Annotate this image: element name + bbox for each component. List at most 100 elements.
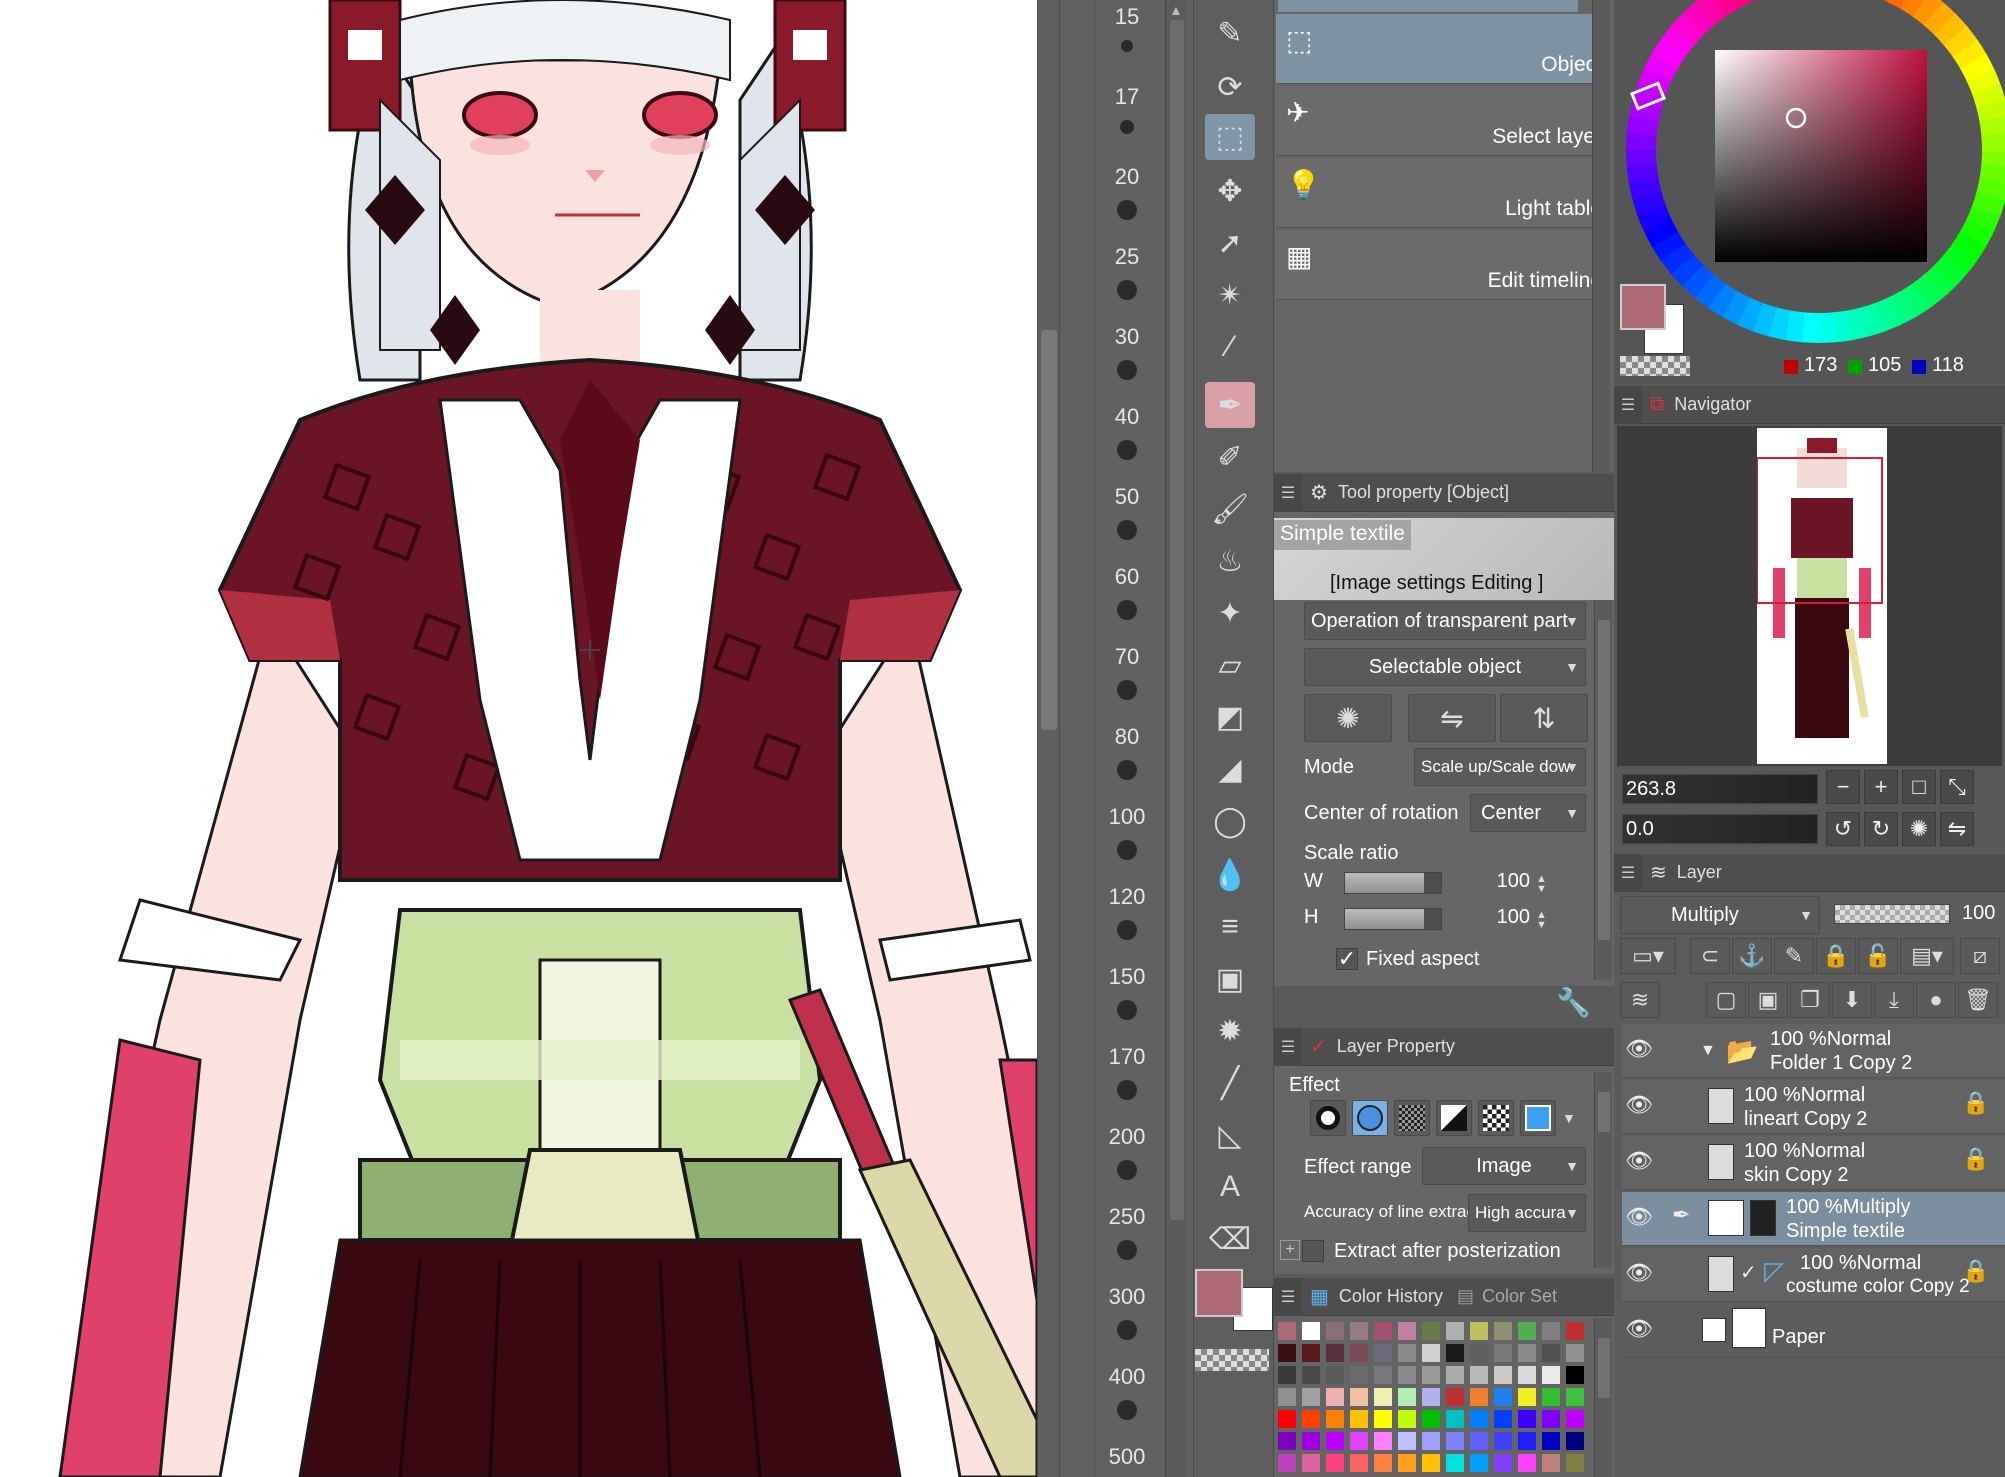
lock-transparent-icon[interactable]: 🔓	[1858, 938, 1898, 974]
effect-range-dropdown[interactable]: Image ▼	[1422, 1147, 1586, 1185]
balloon-icon[interactable]: ✹	[1205, 1008, 1255, 1054]
pencil-tool-icon[interactable]: ✐	[1205, 434, 1255, 480]
layer-row[interactable]: 👁 100 %Normal lineart Copy 2 🔒	[1622, 1080, 2005, 1134]
hatching-icon[interactable]: ≡	[1205, 904, 1255, 950]
rotate-right-icon[interactable]: ↻	[1864, 812, 1898, 846]
tab-color-set[interactable]: Color Set	[1482, 1286, 1557, 1307]
color-swatch[interactable]	[1518, 1322, 1536, 1340]
color-swatch[interactable]	[1422, 1410, 1440, 1428]
tool-property-scrollbar[interactable]	[1594, 600, 1612, 980]
color-swatch[interactable]	[1326, 1432, 1344, 1450]
tab-color-history[interactable]: Color History	[1339, 1286, 1443, 1307]
eye-icon[interactable]: 👁	[1622, 1316, 1656, 1346]
color-swatch[interactable]	[1422, 1432, 1440, 1450]
color-swatch[interactable]	[1278, 1410, 1296, 1428]
new-vector-layer-icon[interactable]: ▣	[1748, 982, 1788, 1018]
ruler-toggle-icon[interactable]: ⧄	[1960, 938, 2000, 974]
color-swatch[interactable]	[1374, 1410, 1392, 1428]
color-swatch[interactable]	[1350, 1366, 1368, 1384]
color-swatch[interactable]	[1278, 1454, 1296, 1472]
lasso-fill-icon[interactable]: ◯	[1205, 798, 1255, 844]
effect-layer-color-button[interactable]	[1520, 1100, 1556, 1136]
selectable-object-dropdown[interactable]: Selectable object ▼	[1304, 648, 1586, 686]
color-swatch[interactable]	[1518, 1366, 1536, 1384]
wheel-main-color[interactable]	[1620, 284, 1666, 330]
color-swatch[interactable]	[1350, 1454, 1368, 1472]
frame-border-icon[interactable]: ▣	[1205, 956, 1255, 1002]
color-swatch[interactable]	[1566, 1388, 1584, 1406]
panel-menu-icon[interactable]: ☰	[1614, 385, 1642, 424]
subtool-edit-timeline[interactable]: ▦ Edit timeline	[1276, 230, 1610, 300]
color-swatch[interactable]	[1566, 1454, 1584, 1472]
spin-arrows-icon[interactable]: ▲ ▼	[1536, 910, 1547, 931]
brush-tool-icon[interactable]: 🖌	[1205, 486, 1255, 532]
effect-border-button[interactable]	[1310, 1100, 1346, 1136]
spin-arrows-icon[interactable]: ▲ ▼	[1536, 874, 1547, 895]
color-swatch[interactable]	[1302, 1366, 1320, 1384]
color-swatch[interactable]	[1398, 1432, 1416, 1450]
color-swatch[interactable]	[1494, 1344, 1512, 1362]
effect-tone-button[interactable]	[1394, 1100, 1430, 1136]
color-swatch[interactable]	[1374, 1366, 1392, 1384]
subtool-object[interactable]: ⬚ Object	[1276, 14, 1610, 84]
flip-horizontal-button[interactable]: ⇋	[1408, 694, 1496, 742]
color-swatch[interactable]	[1422, 1388, 1440, 1406]
color-swatch[interactable]	[1542, 1366, 1560, 1384]
create-mask-icon[interactable]: ●	[1916, 982, 1956, 1018]
color-swatch[interactable]	[1446, 1322, 1464, 1340]
mask-dropdown[interactable]: ▤▾	[1900, 938, 1954, 974]
color-swatch[interactable]	[1494, 1410, 1512, 1428]
eyedropper-icon[interactable]: ⁄	[1205, 324, 1255, 370]
color-swatch[interactable]	[1446, 1432, 1464, 1450]
color-swatch[interactable]	[1326, 1344, 1344, 1362]
color-swatch[interactable]	[1470, 1454, 1488, 1472]
color-swatch-grid[interactable]	[1278, 1322, 1594, 1472]
color-swatch[interactable]	[1542, 1410, 1560, 1428]
panel-menu-icon[interactable]: ☰	[1274, 1027, 1302, 1066]
color-swatch[interactable]	[1566, 1366, 1584, 1384]
color-swatch[interactable]	[1518, 1388, 1536, 1406]
fixed-aspect-checkbox[interactable]: ✓	[1336, 948, 1358, 970]
draft-layer-icon[interactable]: ✎	[1774, 938, 1814, 974]
blend-tool-icon[interactable]: 💧	[1205, 852, 1255, 898]
color-swatch[interactable]	[1374, 1432, 1392, 1450]
eye-icon[interactable]: 👁	[1622, 1204, 1656, 1234]
color-swatch[interactable]	[1422, 1344, 1440, 1362]
color-swatch[interactable]	[1446, 1410, 1464, 1428]
color-swatch[interactable]	[1470, 1388, 1488, 1406]
rotation-value[interactable]: 0.0	[1626, 818, 1654, 841]
expand-plus-icon[interactable]: +	[1280, 1240, 1300, 1260]
color-history-scrollbar[interactable]	[1594, 1318, 1612, 1477]
color-swatch[interactable]	[1494, 1454, 1512, 1472]
zoom-in-icon[interactable]: +	[1864, 770, 1898, 804]
zoom-tool-icon[interactable]: ✎	[1205, 10, 1255, 56]
effect-extract-line-button[interactable]	[1352, 1100, 1388, 1136]
wrench-icon[interactable]: 🔧	[1556, 986, 1591, 1019]
center-rotation-dropdown[interactable]: Center ▼	[1470, 794, 1586, 832]
color-swatch[interactable]	[1446, 1454, 1464, 1472]
subtool-light-table[interactable]: 💡 Light table	[1276, 158, 1610, 228]
color-swatch[interactable]	[1278, 1366, 1296, 1384]
effect-color-button[interactable]	[1436, 1100, 1472, 1136]
color-swatch[interactable]	[1470, 1322, 1488, 1340]
auto-select-icon[interactable]: ✴	[1205, 272, 1255, 318]
brush-size-scrollbar[interactable]: ▲	[1165, 0, 1187, 1477]
color-swatch[interactable]	[1566, 1432, 1584, 1450]
layer-property-scrollbar[interactable]	[1594, 1072, 1612, 1268]
scale-w-value[interactable]: 100	[1480, 870, 1530, 893]
layer-row[interactable]: 👁 ▼ 📂 100 %Normal Folder 1 Copy 2	[1622, 1024, 2005, 1078]
color-swatch[interactable]	[1470, 1432, 1488, 1450]
layer-row-selected[interactable]: 👁 ✒ 100 %Multiply Simple textile	[1622, 1192, 2005, 1246]
layer-row[interactable]: 👁 100 %Normal skin Copy 2 🔒	[1622, 1136, 2005, 1190]
color-swatch[interactable]	[1350, 1432, 1368, 1450]
pen-tool-icon[interactable]: ✒	[1205, 382, 1255, 428]
main-color-swatch[interactable]	[1195, 1269, 1243, 1317]
scale-h-slider[interactable]	[1344, 908, 1442, 930]
color-swatch[interactable]	[1350, 1388, 1368, 1406]
panel-menu-icon[interactable]: ☰	[1614, 853, 1642, 892]
eye-icon[interactable]: 👁	[1622, 1148, 1656, 1178]
color-swatch[interactable]	[1278, 1432, 1296, 1450]
new-folder-icon[interactable]: ❐	[1790, 982, 1830, 1018]
color-swatch[interactable]	[1374, 1454, 1392, 1472]
color-swatch[interactable]	[1422, 1366, 1440, 1384]
